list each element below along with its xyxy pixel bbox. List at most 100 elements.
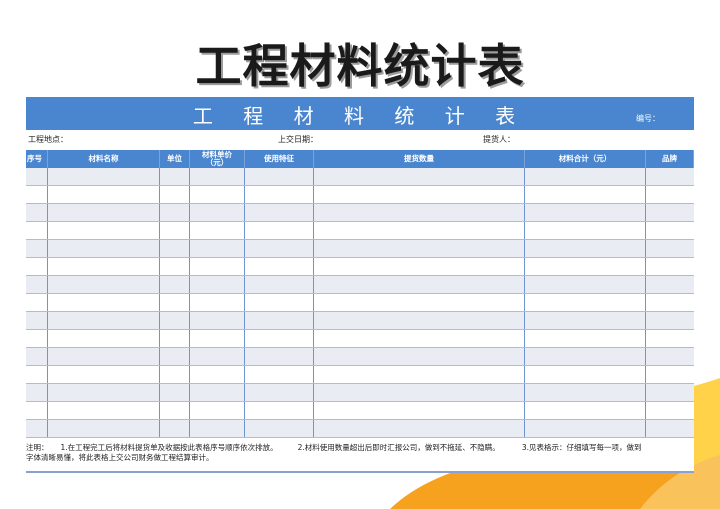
table-cell[interactable] bbox=[646, 276, 694, 293]
table-cell[interactable] bbox=[646, 366, 694, 383]
table-cell[interactable] bbox=[314, 294, 525, 311]
table-cell[interactable] bbox=[26, 186, 48, 203]
table-cell[interactable] bbox=[245, 240, 314, 257]
table-cell[interactable] bbox=[314, 276, 525, 293]
table-cell[interactable] bbox=[26, 204, 48, 221]
table-cell[interactable] bbox=[190, 330, 245, 347]
table-cell[interactable] bbox=[646, 240, 694, 257]
table-cell[interactable] bbox=[160, 330, 190, 347]
table-cell[interactable] bbox=[26, 258, 48, 275]
table-cell[interactable] bbox=[314, 384, 525, 401]
table-cell[interactable] bbox=[160, 240, 190, 257]
table-cell[interactable] bbox=[525, 312, 646, 329]
table-cell[interactable] bbox=[48, 294, 160, 311]
table-cell[interactable] bbox=[245, 420, 314, 437]
table-cell[interactable] bbox=[314, 258, 525, 275]
table-cell[interactable] bbox=[646, 348, 694, 365]
table-cell[interactable] bbox=[26, 420, 48, 437]
table-cell[interactable] bbox=[314, 420, 525, 437]
table-cell[interactable] bbox=[48, 348, 160, 365]
table-cell[interactable] bbox=[48, 258, 160, 275]
table-cell[interactable] bbox=[48, 366, 160, 383]
table-cell[interactable] bbox=[314, 240, 525, 257]
table-cell[interactable] bbox=[48, 420, 160, 437]
table-cell[interactable] bbox=[646, 168, 694, 185]
table-cell[interactable] bbox=[646, 330, 694, 347]
table-cell[interactable] bbox=[646, 186, 694, 203]
table-cell[interactable] bbox=[190, 276, 245, 293]
table-cell[interactable] bbox=[525, 258, 646, 275]
table-cell[interactable] bbox=[190, 312, 245, 329]
table-cell[interactable] bbox=[525, 222, 646, 239]
table-cell[interactable] bbox=[160, 384, 190, 401]
table-cell[interactable] bbox=[26, 348, 48, 365]
table-cell[interactable] bbox=[190, 258, 245, 275]
table-cell[interactable] bbox=[160, 276, 190, 293]
table-cell[interactable] bbox=[245, 186, 314, 203]
table-cell[interactable] bbox=[245, 168, 314, 185]
table-cell[interactable] bbox=[48, 384, 160, 401]
table-cell[interactable] bbox=[245, 312, 314, 329]
table-cell[interactable] bbox=[190, 420, 245, 437]
table-cell[interactable] bbox=[525, 240, 646, 257]
table-cell[interactable] bbox=[646, 258, 694, 275]
table-cell[interactable] bbox=[245, 204, 314, 221]
table-cell[interactable] bbox=[160, 186, 190, 203]
table-cell[interactable] bbox=[646, 312, 694, 329]
table-cell[interactable] bbox=[26, 222, 48, 239]
table-cell[interactable] bbox=[160, 312, 190, 329]
table-cell[interactable] bbox=[646, 294, 694, 311]
table-cell[interactable] bbox=[26, 384, 48, 401]
table-cell[interactable] bbox=[190, 294, 245, 311]
table-cell[interactable] bbox=[26, 402, 48, 419]
table-cell[interactable] bbox=[245, 402, 314, 419]
table-cell[interactable] bbox=[48, 168, 160, 185]
table-cell[interactable] bbox=[160, 420, 190, 437]
table-cell[interactable] bbox=[245, 384, 314, 401]
table-cell[interactable] bbox=[190, 222, 245, 239]
table-cell[interactable] bbox=[314, 402, 525, 419]
table-cell[interactable] bbox=[245, 330, 314, 347]
table-cell[interactable] bbox=[314, 366, 525, 383]
table-cell[interactable] bbox=[314, 312, 525, 329]
table-cell[interactable] bbox=[646, 204, 694, 221]
table-cell[interactable] bbox=[314, 222, 525, 239]
table-cell[interactable] bbox=[525, 186, 646, 203]
table-cell[interactable] bbox=[160, 222, 190, 239]
table-cell[interactable] bbox=[48, 204, 160, 221]
table-cell[interactable] bbox=[646, 402, 694, 419]
table-cell[interactable] bbox=[525, 204, 646, 221]
table-cell[interactable] bbox=[26, 276, 48, 293]
table-cell[interactable] bbox=[646, 420, 694, 437]
table-cell[interactable] bbox=[48, 330, 160, 347]
table-cell[interactable] bbox=[245, 348, 314, 365]
table-cell[interactable] bbox=[26, 366, 48, 383]
table-cell[interactable] bbox=[26, 240, 48, 257]
table-cell[interactable] bbox=[525, 168, 646, 185]
table-cell[interactable] bbox=[646, 384, 694, 401]
table-cell[interactable] bbox=[48, 402, 160, 419]
table-cell[interactable] bbox=[525, 294, 646, 311]
table-cell[interactable] bbox=[190, 348, 245, 365]
table-cell[interactable] bbox=[525, 384, 646, 401]
table-cell[interactable] bbox=[48, 276, 160, 293]
table-cell[interactable] bbox=[646, 222, 694, 239]
table-cell[interactable] bbox=[525, 402, 646, 419]
table-cell[interactable] bbox=[245, 366, 314, 383]
table-cell[interactable] bbox=[245, 258, 314, 275]
table-cell[interactable] bbox=[160, 258, 190, 275]
table-cell[interactable] bbox=[525, 276, 646, 293]
table-cell[interactable] bbox=[160, 168, 190, 185]
table-cell[interactable] bbox=[26, 168, 48, 185]
table-cell[interactable] bbox=[525, 348, 646, 365]
table-cell[interactable] bbox=[525, 366, 646, 383]
table-cell[interactable] bbox=[245, 294, 314, 311]
table-cell[interactable] bbox=[245, 276, 314, 293]
table-cell[interactable] bbox=[26, 294, 48, 311]
table-cell[interactable] bbox=[190, 168, 245, 185]
table-cell[interactable] bbox=[190, 186, 245, 203]
table-cell[interactable] bbox=[314, 186, 525, 203]
table-cell[interactable] bbox=[190, 240, 245, 257]
table-cell[interactable] bbox=[190, 384, 245, 401]
table-cell[interactable] bbox=[48, 312, 160, 329]
